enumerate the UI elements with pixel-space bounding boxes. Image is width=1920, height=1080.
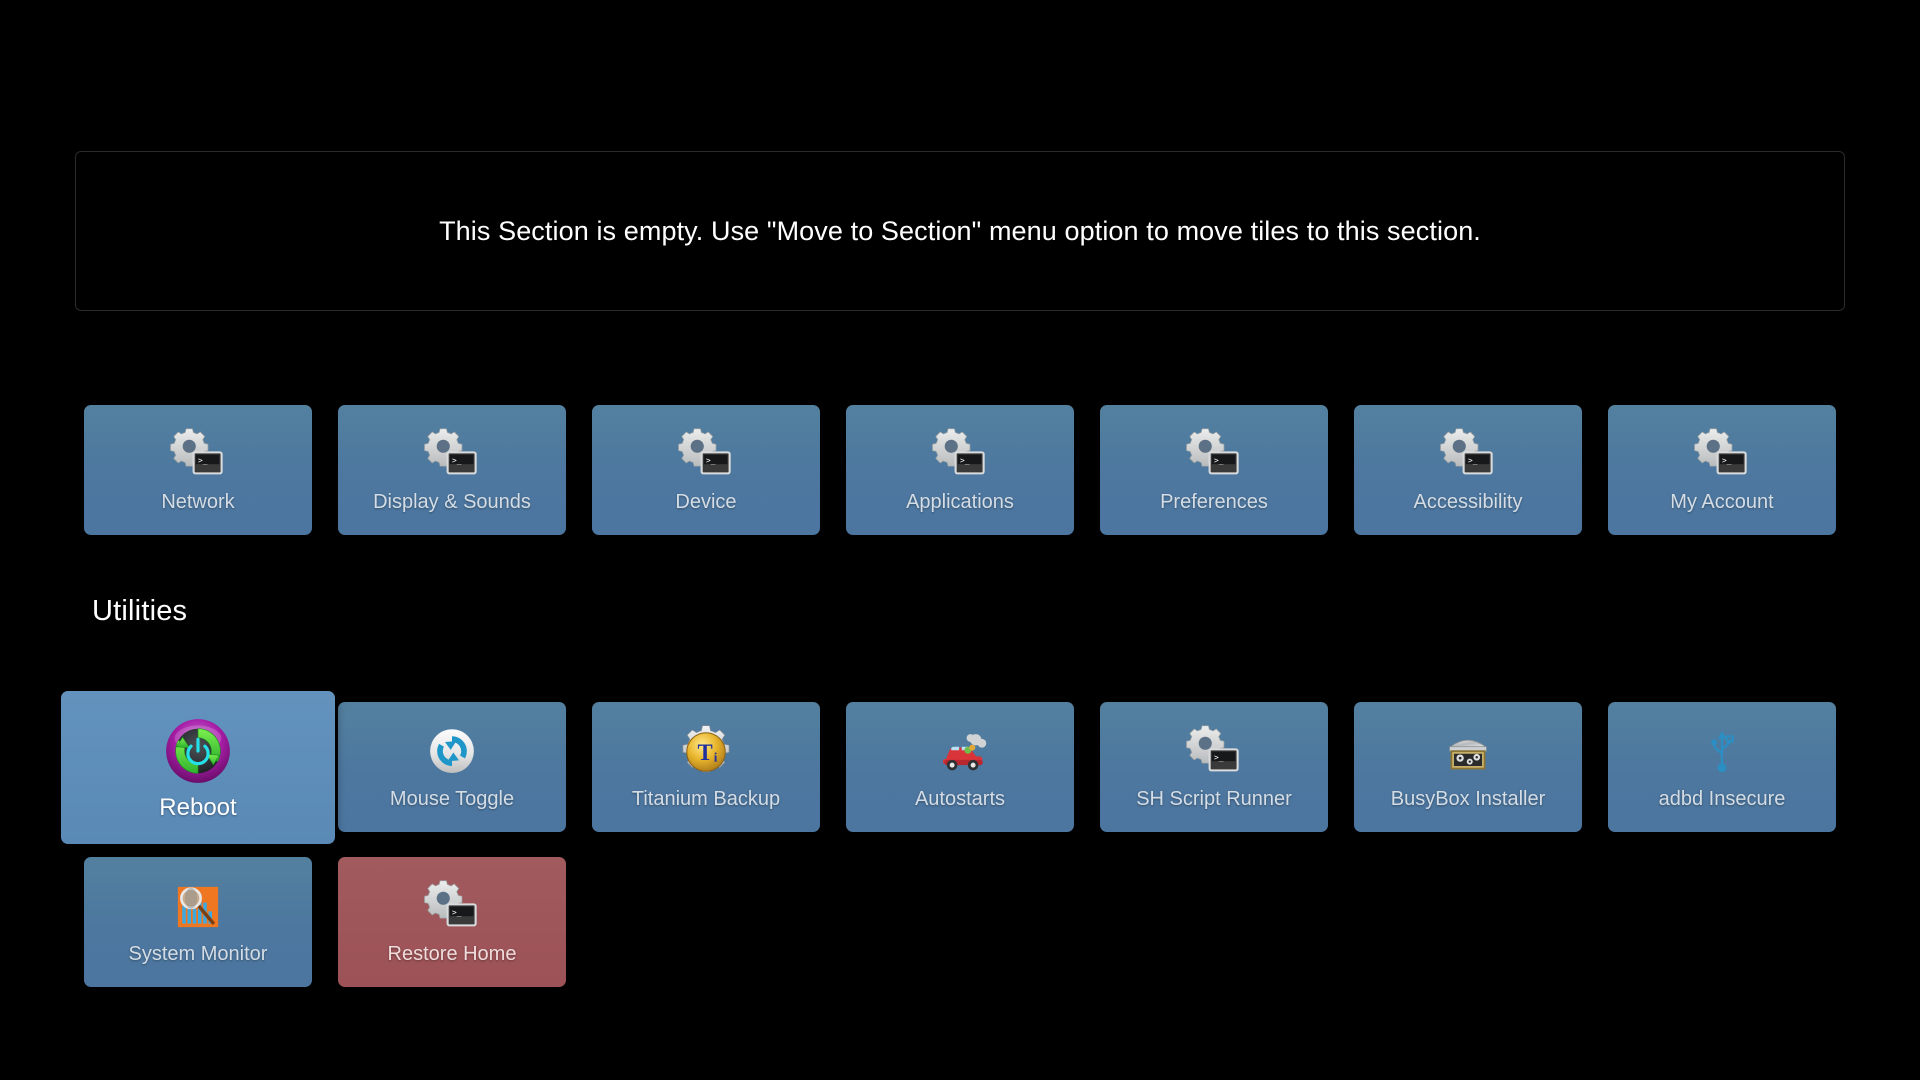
gear-terminal-icon: >_ xyxy=(1440,427,1496,483)
gear-terminal-icon: >_ xyxy=(1694,427,1750,483)
reboot-icon xyxy=(164,717,232,785)
tile-label: Preferences xyxy=(1160,491,1268,513)
utilities-tile-row-1: Reboot Mouse Toggle T i Titanium Backup … xyxy=(61,691,1862,844)
tile-reboot[interactable]: Reboot xyxy=(61,691,335,844)
titanium-backup-icon: T i xyxy=(678,724,734,780)
tile-label: Restore Home xyxy=(387,943,517,965)
tile-label: Accessibility xyxy=(1413,491,1523,513)
gear-terminal-icon: >_ xyxy=(932,427,988,483)
gear-terminal-icon: >_ xyxy=(678,427,734,483)
tile-label: Autostarts xyxy=(914,788,1006,810)
svg-text:>_: >_ xyxy=(1214,456,1224,465)
tile-autostarts[interactable]: Autostarts xyxy=(846,702,1074,832)
tile-busybox-installer[interactable]: BusyBox Installer xyxy=(1354,702,1582,832)
tile-restore-home[interactable]: >_ Restore Home xyxy=(338,857,566,987)
svg-text:>_: >_ xyxy=(706,456,716,465)
tile-label: Network xyxy=(161,491,235,513)
tile-network[interactable]: >_ Network xyxy=(84,405,312,535)
settings-tile-row: >_ Network >_ Display & Sounds >_ Device… xyxy=(84,405,1862,535)
mouse-toggle-icon xyxy=(424,724,480,780)
svg-text:>_: >_ xyxy=(960,456,970,465)
svg-text:>_: >_ xyxy=(1214,753,1224,762)
tile-adbd-insecure[interactable]: adbd Insecure xyxy=(1608,702,1836,832)
svg-text:>_: >_ xyxy=(452,908,462,917)
svg-text:>_: >_ xyxy=(198,456,208,465)
tile-device[interactable]: >_ Device xyxy=(592,405,820,535)
svg-text:>_: >_ xyxy=(1722,456,1732,465)
svg-text:T: T xyxy=(698,740,713,765)
tile-preferences[interactable]: >_ Preferences xyxy=(1100,405,1328,535)
autostarts-car-icon xyxy=(932,724,988,780)
tile-label: Mouse Toggle xyxy=(389,788,515,810)
tile-system-monitor[interactable]: System Monitor xyxy=(84,857,312,987)
tile-label: Applications xyxy=(906,491,1014,513)
tile-label: System Monitor xyxy=(128,943,268,965)
tile-accessibility[interactable]: >_ Accessibility xyxy=(1354,405,1582,535)
tile-mouse-toggle[interactable]: Mouse Toggle xyxy=(338,702,566,832)
tile-label: My Account xyxy=(1670,491,1774,513)
gear-terminal-icon: >_ xyxy=(170,427,226,483)
gear-terminal-icon: >_ xyxy=(1186,724,1242,780)
svg-text:>_: >_ xyxy=(452,456,462,465)
gear-terminal-icon: >_ xyxy=(1186,427,1242,483)
launcher-screen: This Section is empty. Use "Move to Sect… xyxy=(0,0,1920,1080)
tile-titanium-backup[interactable]: T i Titanium Backup xyxy=(592,702,820,832)
tile-sh-script-runner[interactable]: >_ SH Script Runner xyxy=(1100,702,1328,832)
utilities-tile-row-2: System Monitor >_ Restore Home xyxy=(84,857,592,987)
tile-label: adbd Insecure xyxy=(1658,788,1786,810)
usb-icon xyxy=(1694,724,1750,780)
tile-my-account[interactable]: >_ My Account xyxy=(1608,405,1836,535)
utilities-section-title: Utilities xyxy=(92,595,188,627)
tile-display-sounds[interactable]: >_ Display & Sounds xyxy=(338,405,566,535)
empty-section-placeholder: This Section is empty. Use "Move to Sect… xyxy=(75,151,1845,311)
gear-terminal-icon: >_ xyxy=(424,427,480,483)
system-monitor-icon xyxy=(170,879,226,935)
svg-text:i: i xyxy=(714,750,718,765)
tile-applications[interactable]: >_ Applications xyxy=(846,405,1074,535)
tile-label: Display & Sounds xyxy=(373,491,531,513)
tile-label: Device xyxy=(675,491,737,513)
gear-terminal-icon: >_ xyxy=(424,879,480,935)
tile-label: BusyBox Installer xyxy=(1390,788,1546,810)
tile-label: SH Script Runner xyxy=(1136,788,1292,810)
tile-label: Reboot xyxy=(159,794,237,821)
empty-section-message: This Section is empty. Use "Move to Sect… xyxy=(439,215,1481,246)
tile-label: Titanium Backup xyxy=(631,788,781,810)
busybox-toolbox-icon xyxy=(1440,724,1496,780)
svg-text:>_: >_ xyxy=(1468,456,1478,465)
